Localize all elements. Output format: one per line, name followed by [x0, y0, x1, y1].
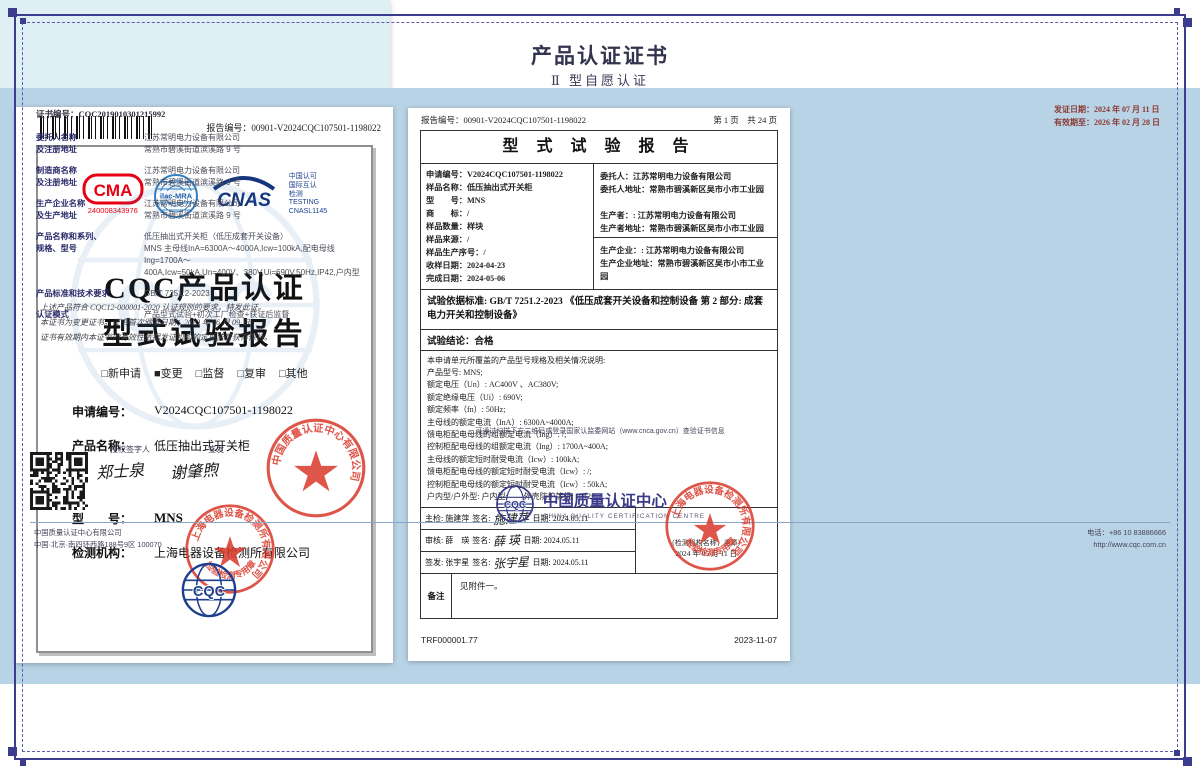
certificate-footer-left: 中国质量认证中心有限公司 中国·北京·南四环西路188号9区 100070 — [34, 527, 162, 551]
field-label: 委托人名称 及注册地址 — [36, 132, 144, 156]
certificate-number: 证书编号：CQC2019010301215992 — [36, 108, 165, 120]
certificate-statements: 上述产品符合 CQC12-000001-2020 认证规则的要求，特发此证。本证… — [40, 300, 272, 345]
certificate-field-row: 产品标准和技术要求 GB/T 7251.2-2023 — [36, 288, 366, 300]
issuer-label: 签发 — [208, 444, 224, 455]
corner-decoration — [8, 747, 17, 756]
certificate-title: 产品认证证书 — [0, 40, 1200, 70]
statement-line: 证书有效期内本证书的有效性依据发证机构的定期监督获得保持。 — [40, 330, 272, 345]
corner-decoration — [1174, 750, 1180, 756]
statement-line: 本证书为变更证书。证书首次颁发日期：2020 年 06 月 09 日 — [40, 315, 272, 330]
authorized-signer-label: 授权签字人 — [110, 444, 150, 455]
valid-to-date: 有效期至：2026 年 02 月 28 日 — [1054, 117, 1160, 130]
corner-decoration — [20, 760, 26, 766]
certificate-field-row: 产品名称和系列、 规格、型号 低压抽出式开关柜（低压成套开关设备） MNS 主母… — [36, 231, 366, 279]
cqc-globe-icon: CQC — [495, 484, 535, 524]
handwritten-signature: 谢肇煦 — [169, 456, 219, 483]
qr-verification-note: 可通过扫描下方二维码或登录国家认监委网站（www.cnca.gov.cn）查验证… — [0, 426, 1200, 436]
cqc-company-stamp: 中国质量认证中心有限公司 — [264, 416, 368, 520]
cqc-brand-row: CQC 中国质量认证中心 CHINA QUALITY CERTIFICATION… — [0, 484, 1200, 524]
certificate-footer-right: 电话：+86 10 83886666 http://www.cqc.com.cn — [1087, 527, 1166, 551]
field-value: 江苏常明电力设备有限公司 常熟市碧溪街道滨溪路 9 号 — [144, 165, 241, 189]
issue-date: 发证日期：2024 年 07 月 11 日 — [1054, 104, 1160, 117]
field-label: 制造商名称 及注册地址 — [36, 165, 144, 189]
corner-decoration — [1183, 757, 1192, 766]
signer-labels: 授权签字人 签发 — [110, 444, 224, 455]
stamp-star-icon — [693, 513, 725, 544]
corner-decoration — [20, 18, 26, 24]
website-url: http://www.cqc.com.cn — [1087, 539, 1166, 551]
certificate-page: CQC 产品认证证书 Ⅱ 型自愿认证 证书编号：CQC2019010301215… — [0, 0, 390, 570]
certificate-field-row: 生产企业名称 及生产地址 江苏常明电力设备有限公司 常熟市碧溪街道滨溪路 9 号 — [36, 198, 366, 222]
svg-text:检验检测专用章: 检验检测专用章 — [683, 535, 738, 558]
qr-code — [30, 452, 88, 510]
field-value: GB/T 7251.2-2023 — [144, 288, 210, 300]
stamp-star-icon — [294, 450, 338, 491]
field-value: 江苏常明电力设备有限公司 常熟市碧溪街道滨溪路 9 号 — [144, 132, 241, 156]
svg-text:CQC: CQC — [504, 500, 526, 511]
certificate-field-row: 委托人名称 及注册地址 江苏常明电力设备有限公司 常熟市碧溪街道滨溪路 9 号 — [36, 132, 366, 156]
field-label: 生产企业名称 及生产地址 — [36, 198, 144, 222]
statement-line: 上述产品符合 CQC12-000001-2020 认证规则的要求，特发此证。 — [40, 300, 272, 315]
certificate-field-row: 制造商名称 及注册地址 江苏常明电力设备有限公司 常熟市碧溪街道滨溪路 9 号 — [36, 165, 366, 189]
footer-divider — [30, 522, 1170, 523]
certificate-subtitle: Ⅱ 型自愿认证 — [0, 70, 1200, 89]
inspection-stamp: 上海电器设备检测所有限公司 检验检测专用章 — [664, 480, 756, 572]
signatures: 郑士泉 谢肇煦 — [96, 458, 218, 482]
phone-number: 电话：+86 10 83886666 — [1087, 527, 1166, 539]
field-value: 低压抽出式开关柜（低压成套开关设备） MNS 主母线InA=6300A～4000… — [144, 231, 366, 279]
certificate-dates: 发证日期：2024 年 07 月 11 日 有效期至：2026 年 02 月 2… — [1054, 104, 1160, 130]
corner-decoration — [1174, 8, 1180, 14]
field-value: 江苏常明电力设备有限公司 常熟市碧溪街道滨溪路 9 号 — [144, 198, 241, 222]
corner-decoration — [8, 8, 17, 17]
handwritten-signature: 郑士泉 — [95, 456, 145, 483]
corner-decoration — [1183, 18, 1192, 27]
field-label: 产品标准和技术要求 — [36, 288, 144, 300]
field-label: 产品名称和系列、 规格、型号 — [36, 231, 144, 279]
